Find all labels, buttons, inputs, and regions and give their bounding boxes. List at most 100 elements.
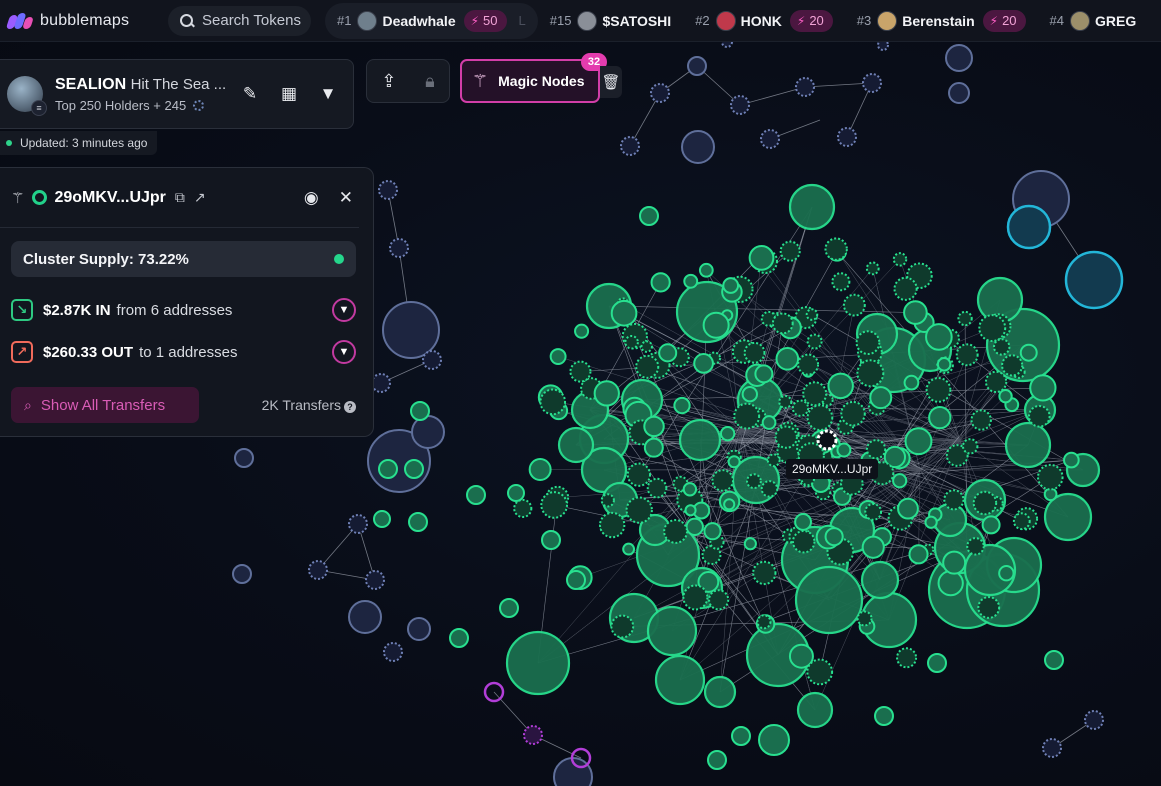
wallet-bubble-green-small[interactable] — [874, 706, 894, 726]
wallet-bubble-dark-small[interactable] — [730, 95, 750, 115]
wallet-bubble-green-small[interactable] — [404, 459, 424, 479]
wallet-bubble-green-small[interactable] — [1043, 487, 1058, 502]
wallet-bubble-green-small[interactable] — [865, 439, 887, 460]
wallet-bubble-cyan[interactable] — [1064, 250, 1124, 310]
wallet-bubble-green[interactable] — [1004, 421, 1052, 469]
wallet-bubble-green-small[interactable] — [984, 370, 1008, 394]
wallet-bubble-green-small[interactable] — [805, 308, 819, 321]
wallet-bubble-green-small[interactable] — [856, 610, 873, 627]
wallet-bubble-green-small[interactable] — [775, 347, 800, 371]
wallet-bubble-green[interactable] — [557, 426, 595, 464]
external-link-icon[interactable]: ↗ — [194, 189, 206, 206]
wallet-bubble-green-small[interactable] — [957, 310, 973, 327]
wallet-bubble-green-small[interactable] — [943, 489, 965, 511]
search-tokens-button[interactable]: Search Tokens — [168, 5, 311, 36]
wallet-bubble-green[interactable] — [678, 418, 722, 462]
wallet-bubble-green-small[interactable] — [802, 381, 828, 407]
wallet-bubble-green-small[interactable] — [865, 261, 880, 276]
wallet-bubble-green-small[interactable] — [998, 565, 1015, 582]
wallet-bubble-dark-small[interactable] — [389, 238, 409, 258]
wallet-bubble-dark-small[interactable] — [383, 642, 403, 662]
wallet-bubble-green-small[interactable] — [903, 374, 920, 391]
wallet-bubble-dark-small[interactable] — [378, 180, 398, 200]
wallet-bubble-dark[interactable] — [234, 448, 254, 468]
wallet-bubble-green-small[interactable] — [624, 334, 639, 350]
wallet-bubble-green-small[interactable] — [869, 386, 893, 410]
wallet-bubble-green-small[interactable] — [892, 252, 908, 267]
trash-icon[interactable]: 🗑︎ — [600, 66, 622, 98]
wallet-bubble-green-small[interactable] — [528, 458, 552, 481]
wallet-bubble-dark[interactable] — [382, 301, 440, 359]
wallet-bubble-green-small[interactable] — [1044, 650, 1064, 670]
wallet-bubble-green-small[interactable] — [831, 272, 851, 292]
copy-icon[interactable]: ⧉ — [175, 189, 185, 206]
close-icon[interactable]: ✕ — [339, 188, 353, 208]
wallet-bubble-green-small[interactable] — [727, 455, 741, 469]
wallet-bubble-green-small[interactable] — [758, 724, 790, 756]
wallet-bubble-dark[interactable] — [407, 617, 431, 641]
trending-item-satoshi[interactable]: #15 $SATOSHI — [538, 3, 683, 39]
wallet-bubble-green-small[interactable] — [635, 354, 660, 379]
boost-badge[interactable]: ⚡ 20 — [789, 9, 833, 32]
trending-item-greg[interactable]: #4 GREG — [1038, 3, 1149, 39]
boost-badge[interactable]: ⚡ 50 — [463, 9, 507, 32]
wallet-bubble-green-small[interactable] — [540, 491, 569, 519]
wallet-bubble-green-small[interactable] — [703, 522, 722, 541]
wallet-bubble-green-small[interactable] — [779, 240, 801, 262]
wallet-bubble-green-small[interactable] — [791, 399, 810, 417]
wallet-bubble-green-small[interactable] — [719, 425, 736, 442]
wallet-bubble-green-small[interactable] — [408, 512, 428, 532]
wallet-bubble-green-small[interactable] — [1012, 512, 1031, 531]
wallet-bubble-green-small[interactable] — [778, 394, 793, 409]
wallet-bubble-green-small[interactable] — [774, 425, 798, 449]
wallet-bubble-green-small[interactable] — [733, 402, 761, 430]
wallet-bubble-green-small[interactable] — [626, 462, 652, 487]
wallet-bubble-dark-small[interactable] — [348, 514, 368, 534]
wallet-bubble-green-small[interactable] — [741, 386, 758, 403]
wallet-bubble-green-small[interactable] — [797, 353, 820, 376]
wallet-bubble-green-small[interactable] — [566, 570, 586, 590]
wallet-bubble-green-small[interactable] — [693, 353, 714, 374]
wallet-bubble-green-small[interactable] — [410, 401, 430, 421]
wallet-bubble-green-small[interactable] — [927, 653, 947, 673]
wallet-bubble-green[interactable] — [860, 560, 900, 600]
wallet-bubble-green-small[interactable] — [610, 614, 635, 639]
wallet-bubble-green-small[interactable] — [855, 330, 881, 356]
wallet-bubble-green-small[interactable] — [639, 206, 659, 226]
wallet-bubble-green-small[interactable] — [842, 293, 866, 317]
wallet-bubble-dark-small[interactable] — [795, 77, 815, 97]
wallet-bubble-green-small[interactable] — [682, 482, 698, 497]
share-icon[interactable]: ⇪ — [381, 71, 396, 92]
wallet-bubble-green-small[interactable] — [646, 477, 668, 499]
wallet-bubble-green-small[interactable] — [903, 300, 928, 325]
wallet-bubble-green-small[interactable] — [761, 415, 777, 430]
wallet-bubble-green-small[interactable] — [723, 498, 736, 511]
wallet-bubble-green-small[interactable] — [593, 380, 620, 407]
wallet-bubble-green-small[interactable] — [977, 596, 1001, 619]
wallet-bubble-green-small[interactable] — [711, 469, 735, 492]
boost-badge[interactable]: ⚡ 20 — [982, 9, 1026, 32]
wallet-bubble-green-small[interactable] — [771, 312, 794, 335]
wallet-bubble-green-small[interactable] — [766, 453, 781, 468]
wallet-bubble-green-small[interactable] — [682, 584, 709, 611]
wallet-bubble-dark[interactable] — [348, 600, 382, 634]
wallet-bubble-cyan[interactable] — [1006, 204, 1052, 250]
wallet-bubble-green-small[interactable] — [1036, 463, 1064, 491]
wallet-bubble-green-small[interactable] — [1063, 451, 1080, 469]
wallet-bubble-green-small[interactable] — [622, 542, 636, 556]
wallet-bubble-green-small[interactable] — [663, 519, 688, 544]
wallet-bubble-green-small[interactable] — [610, 299, 638, 327]
wallet-bubble-green-small[interactable] — [806, 333, 823, 350]
wallet-bubble-green-small[interactable] — [788, 643, 814, 669]
wallet-bubble-green-small[interactable] — [373, 510, 391, 528]
wallet-bubble-green-small[interactable] — [513, 498, 533, 519]
wallet-bubble-green[interactable] — [703, 675, 737, 709]
wallet-bubble-green[interactable] — [505, 630, 571, 696]
wallet-bubble-green-small[interactable] — [924, 515, 938, 529]
wallet-bubble-dark[interactable] — [948, 82, 970, 104]
wallet-bubble-green-small[interactable] — [650, 272, 671, 293]
wallet-bubble-green-small[interactable] — [824, 527, 844, 547]
wallet-bubble-dark-small[interactable] — [308, 560, 328, 580]
wallet-bubble-green-small[interactable] — [928, 405, 952, 430]
wallet-bubble-green-small[interactable] — [896, 647, 918, 669]
